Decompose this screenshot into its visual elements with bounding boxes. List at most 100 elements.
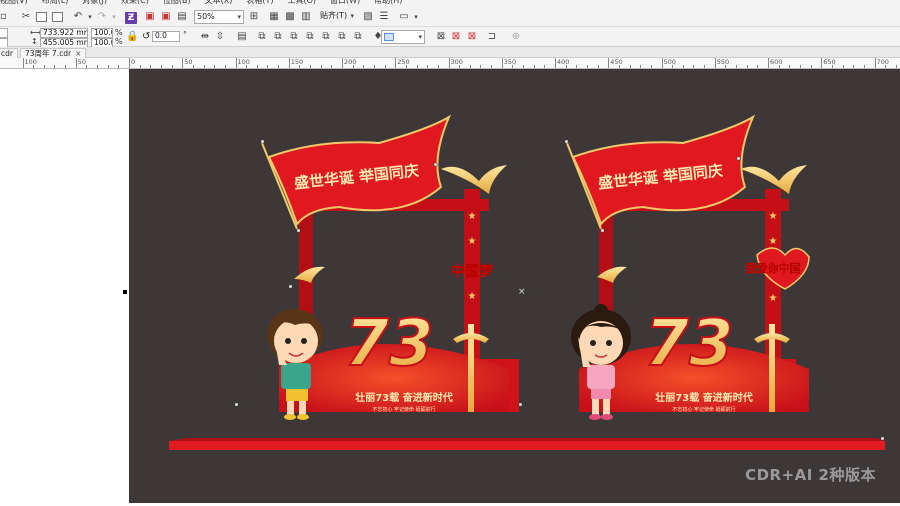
star-icon: ★ [468, 211, 477, 222]
ruler-label: 700 [876, 58, 889, 66]
base-platform [169, 438, 885, 450]
new-icon[interactable]: ▫ [0, 11, 7, 23]
menu-item-3[interactable]: 效果(C) [121, 0, 149, 8]
ruler-label: 350 [503, 58, 517, 66]
rotation-field[interactable]: 0.0 [152, 31, 180, 42]
ruler-minor-tick [86, 65, 88, 68]
mirror-horizontal-icon[interactable]: ⇹ [199, 31, 211, 43]
redo-icon[interactable]: ↷ [96, 11, 108, 23]
lock-ratio-icon[interactable]: 🔒 [126, 31, 138, 43]
ruler-minor-tick [107, 65, 109, 68]
corel-connect-icon[interactable]: Ƶ [125, 12, 137, 24]
group-icon[interactable]: ⊠ [466, 31, 478, 43]
snap-to-dropdown[interactable]: 贴齐(T) ▾ [318, 10, 356, 24]
to-front-icon[interactable]: ⊐ [486, 31, 498, 43]
ruler-minor-tick [299, 65, 301, 68]
cut-icon[interactable]: ✂ [20, 11, 32, 23]
create-boundary-icon[interactable]: ⧉ [352, 31, 364, 43]
ruler-tick [22, 58, 24, 68]
ruler-minor-tick [831, 65, 833, 68]
tab-document-1[interactable]: cdr [0, 48, 18, 58]
undo-icon[interactable]: ↶ [72, 11, 84, 23]
launch-dropdown-icon[interactable]: ▾ [410, 11, 422, 23]
ruler-minor-tick [799, 65, 801, 68]
intersect-icon[interactable]: ⧉ [288, 31, 300, 43]
ruler-minor-tick [597, 65, 599, 68]
width-field[interactable]: 733.922 mm [40, 28, 88, 38]
menu-item-9[interactable]: 帮助(H) [374, 0, 402, 8]
rotation-degree: ° [183, 30, 187, 39]
ruler-minor-tick [523, 65, 525, 68]
scale-x-field[interactable]: 100.0 [91, 28, 113, 38]
paste-icon[interactable] [52, 12, 63, 22]
ruler-minor-tick [704, 65, 706, 68]
copy-icon[interactable] [36, 12, 47, 22]
menu-bar: 视图(V) 布局(L) 对象(J) 效果(C) 位图(B) 文本(X) 表格(T) 工具(O)… [0, 0, 900, 8]
trim-icon[interactable]: ⧉ [272, 31, 284, 43]
menu-item-6[interactable]: 表格(T) [246, 0, 273, 8]
ruler-minor-tick [618, 65, 620, 68]
ruler-label: 50 [77, 58, 87, 66]
show-grid-icon[interactable]: ▩ [284, 11, 296, 23]
quick-customize-icon[interactable]: ⊕ [510, 31, 522, 43]
back-minus-front-icon[interactable]: ⧉ [336, 31, 348, 43]
ruler-minor-tick [725, 65, 727, 68]
ruler-minor-tick [810, 65, 812, 68]
menu-item-0[interactable]: 视图(V) [0, 0, 28, 8]
publish-pdf-icon[interactable]: ▤ [176, 11, 188, 23]
launch-icon[interactable]: ▭ [398, 11, 410, 23]
ruler-tick [821, 58, 823, 68]
ruler-minor-tick [427, 65, 429, 68]
ruler-minor-tick [640, 65, 642, 68]
options-icon[interactable]: ▧ [362, 11, 374, 23]
ruler-label: 400 [557, 58, 570, 66]
ruler-tick [235, 58, 237, 68]
ruler-minor-tick [650, 65, 652, 68]
import-icon[interactable]: ▣ [144, 11, 156, 23]
star-icon: ★ [468, 236, 477, 247]
close-icon[interactable]: × [75, 49, 81, 58]
artwork[interactable]: ★ ★ ★ 盛世华诞 举国同庆 中国梦 73 壮丽73载 奋进新时代 不忘初心 … [129, 69, 900, 503]
desktop-area[interactable] [0, 69, 129, 503]
align-distribute-icon[interactable]: ▤ [236, 31, 248, 43]
break-apart-icon[interactable]: ⊠ [450, 31, 462, 43]
standard-toolbar: ▫ ✂ ↶ ▾ ↷ ▾ Ƶ ▣ ▣ ▤ 50% ▾ ⊞ ▦ ▩ ▥ 贴齐(T) ▾ … [0, 8, 900, 27]
export-icon[interactable]: ▣ [160, 11, 172, 23]
weld-icon[interactable]: ⧉ [256, 31, 268, 43]
show-rulers-icon[interactable]: ▦ [268, 11, 280, 23]
zoom-level-dropdown[interactable]: 50% ▾ [194, 10, 244, 24]
menu-item-4[interactable]: 位图(B) [163, 0, 191, 8]
outline-width-dropdown[interactable]: ▾ [381, 30, 425, 44]
tab-document-2[interactable]: 73周年 7.cdr × [20, 48, 87, 58]
simplify-icon[interactable]: ⧉ [304, 31, 316, 43]
horizontal-ruler[interactable]: 100 50 0 50 100 150 200 250 300 350 400 450 500 550 60… [0, 58, 900, 69]
center-marker-icon: × [518, 287, 526, 297]
menu-item-7[interactable]: 工具(O) [287, 0, 316, 8]
menu-item-2[interactable]: 对象(J) [82, 0, 107, 8]
drawing-canvas[interactable]: ★ ★ ★ 盛世华诞 举国同庆 中国梦 73 壮丽73载 奋进新时代 不忘初心 … [129, 69, 900, 503]
front-minus-back-icon[interactable]: ⧉ [320, 31, 332, 43]
show-guidelines-icon[interactable]: ▥ [300, 11, 312, 23]
selection-handle[interactable] [123, 290, 127, 294]
ruler-minor-tick [118, 65, 120, 68]
full-screen-icon[interactable]: ⊞ [248, 11, 260, 23]
ruler-label: 300 [450, 58, 463, 66]
ruler-minor-tick [693, 65, 695, 68]
ruler-minor-tick [736, 65, 738, 68]
scale-x-percent: % [115, 28, 123, 37]
ruler-minor-tick [33, 65, 35, 68]
menu-item-1[interactable]: 布局(L) [42, 0, 69, 8]
menu-item-5[interactable]: 文本(X) [205, 0, 233, 8]
mirror-vertical-icon[interactable]: ⇳ [214, 31, 226, 43]
ruler-label: 0 [131, 58, 136, 66]
redo-dropdown-icon[interactable]: ▾ [108, 11, 120, 23]
x-position-field[interactable] [0, 28, 8, 38]
combine-icon[interactable]: ⊠ [435, 31, 447, 43]
undo-dropdown-icon[interactable]: ▾ [84, 11, 96, 23]
ruler-minor-tick [384, 65, 386, 68]
ruler-tick [608, 58, 610, 68]
menu-item-8[interactable]: 窗口(W) [330, 0, 360, 8]
align-icon[interactable]: ☰ [378, 11, 390, 23]
star-icon: ★ [769, 293, 778, 304]
slogan-sub: 不忘初心 牢记使命 砥砺前行 [672, 406, 735, 413]
